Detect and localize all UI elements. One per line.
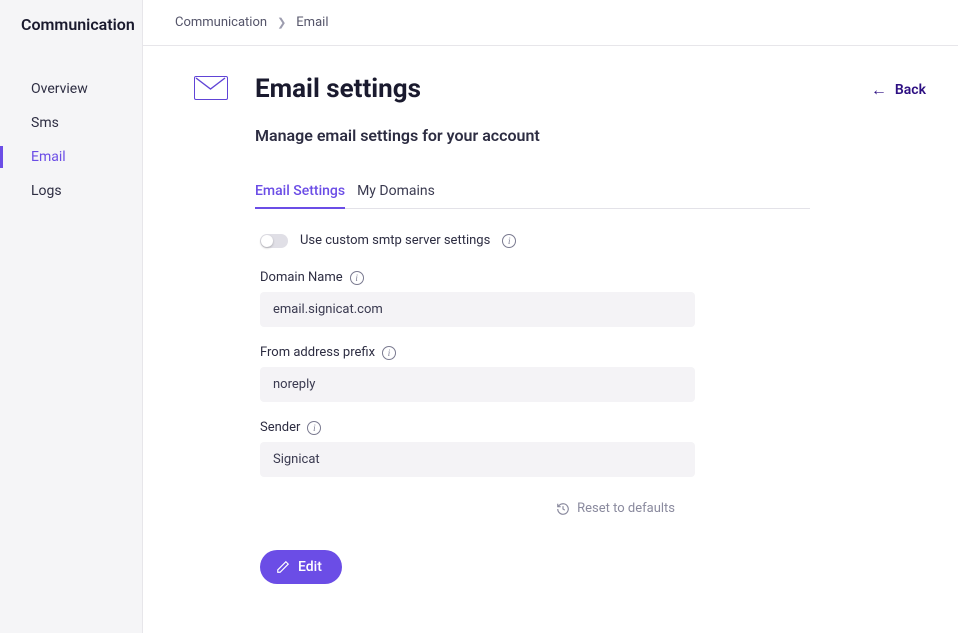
chevron-right-icon: ❯ [277, 16, 286, 29]
from-input[interactable] [260, 367, 695, 402]
sender-input[interactable] [260, 442, 695, 477]
sidebar-item-overview[interactable]: Overview [0, 72, 142, 106]
arrow-left-icon: ← [871, 80, 887, 100]
breadcrumb-leaf: Email [296, 15, 328, 30]
back-button[interactable]: ← Back [871, 74, 926, 100]
domain-input[interactable] [260, 292, 695, 327]
tab-email-settings[interactable]: Email Settings [255, 175, 345, 208]
sidebar-nav: Overview Sms Email Logs [0, 49, 142, 208]
sidebar: Communication Overview Sms Email Logs [0, 0, 143, 633]
mail-icon [194, 76, 228, 100]
info-icon[interactable]: i [307, 421, 321, 435]
sidebar-item-logs[interactable]: Logs [0, 174, 142, 208]
content: Email settings Manage email settings for… [143, 46, 958, 633]
breadcrumb-root[interactable]: Communication [175, 15, 267, 30]
reset-defaults-button[interactable]: Reset to defaults [556, 501, 675, 516]
edit-button[interactable]: Edit [260, 550, 342, 584]
sender-label: Sender [260, 420, 300, 435]
edit-label: Edit [298, 559, 322, 575]
main: Communication ❯ Email Email settings Man… [143, 0, 958, 633]
page-subtitle: Manage email settings for your account [255, 126, 871, 145]
domain-label: Domain Name [260, 270, 343, 285]
info-icon[interactable]: i [350, 271, 364, 285]
from-label: From address prefix [260, 345, 375, 360]
sidebar-item-email[interactable]: Email [0, 140, 142, 174]
tabs: Email Settings My Domains [255, 175, 810, 209]
info-icon[interactable]: i [502, 234, 516, 248]
app-title: Communication [0, 0, 142, 49]
sidebar-item-sms[interactable]: Sms [0, 106, 142, 140]
info-icon[interactable]: i [382, 346, 396, 360]
tab-my-domains[interactable]: My Domains [357, 175, 435, 208]
smtp-toggle[interactable] [260, 234, 288, 248]
page-title: Email settings [255, 74, 871, 104]
history-icon [556, 502, 570, 516]
breadcrumb: Communication ❯ Email [143, 0, 958, 46]
smtp-toggle-label: Use custom smtp server settings [300, 233, 490, 248]
pencil-icon [276, 560, 290, 574]
back-label: Back [895, 82, 926, 98]
reset-label: Reset to defaults [577, 501, 675, 516]
